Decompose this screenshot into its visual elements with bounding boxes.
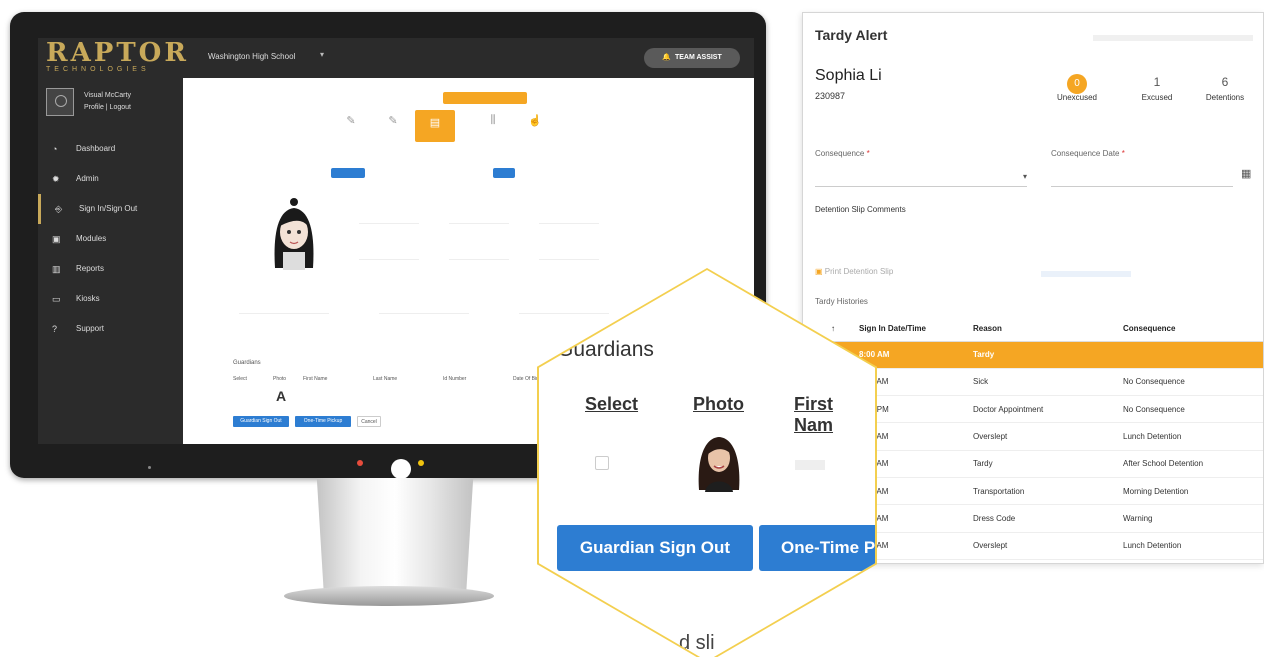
sign-in-icon: ⎆ <box>55 204 63 214</box>
guardian-sign-out-button[interactable]: Guardian Sign Out <box>557 525 753 571</box>
user-profile: Visual McCarty Profile | Logout <box>46 88 176 122</box>
col-last-name: Last Name <box>373 376 398 382</box>
sidebar-item-sign-in-out[interactable]: ⎆ Sign In/Sign Out <box>38 194 183 224</box>
select-checkbox[interactable] <box>595 456 609 470</box>
card-icon: ▤ <box>429 117 441 129</box>
field-2[interactable] <box>449 214 509 224</box>
sidebar: Visual McCarty Profile | Logout ◔ Dashboa… <box>38 78 183 444</box>
step-5[interactable]: ☝ <box>515 114 555 128</box>
step-1[interactable]: ✎ <box>331 114 371 128</box>
step-4[interactable]: ⫼ <box>473 114 513 128</box>
guardians-title: Guardians <box>233 360 261 366</box>
team-assist-button[interactable]: 🔔 TEAM ASSIST <box>644 48 740 68</box>
field-8[interactable] <box>379 304 469 314</box>
hand-icon: ☝ <box>528 115 542 127</box>
consequence-select[interactable]: ▾ <box>815 167 1027 187</box>
guardian-photo-zoomed <box>698 437 740 492</box>
faint-link[interactable] <box>1041 271 1131 277</box>
tardy-histories-label: Tardy Histories <box>815 297 868 306</box>
tab-inactive[interactable] <box>373 92 423 104</box>
sidebar-item-modules[interactable]: ▣ Modules <box>38 224 183 254</box>
print-icon: ▣ <box>815 267 823 276</box>
field-3[interactable] <box>539 214 599 224</box>
field-6[interactable] <box>539 250 599 260</box>
power-button[interactable] <box>391 459 411 479</box>
tab-active[interactable] <box>443 92 527 104</box>
student-name: Sophia Li <box>815 67 882 84</box>
field-5[interactable] <box>449 250 509 260</box>
pencil-icon: ✎ <box>346 115 356 127</box>
bell-icon: 🔔 <box>662 54 671 61</box>
unexcused-count-badge: 0 <box>1067 74 1087 94</box>
monitor-base <box>284 586 494 606</box>
detention-slip-text-fragment: d sli <box>679 632 715 654</box>
sidebar-item-dashboard[interactable]: ◔ Dashboard <box>38 134 183 164</box>
kiosk-icon: ▭ <box>52 294 61 304</box>
chevron-down-icon[interactable]: ▾ <box>320 50 324 59</box>
pillar-icon: ⫼ <box>490 114 496 126</box>
school-selector[interactable]: Washington High School <box>208 52 295 61</box>
student-portrait <box>274 198 314 270</box>
col-photo-zoomed[interactable]: Photo <box>693 394 744 415</box>
yellow-indicator-light <box>418 460 424 466</box>
modules-icon: ▣ <box>52 234 61 244</box>
panel-faint-header <box>1093 35 1253 41</box>
sidebar-item-admin[interactable]: ✹ Admin <box>38 164 183 194</box>
step-3-active[interactable]: ▤ <box>415 110 455 142</box>
blue-chip-left[interactable] <box>331 168 365 178</box>
consequence-label: Consequence * <box>815 149 870 158</box>
sidebar-item-support[interactable]: ? Support <box>38 314 183 344</box>
guardian-sign-out-button-small[interactable]: Guardian Sign Out <box>233 416 289 427</box>
step-2[interactable]: ✎ <box>373 114 413 128</box>
sidebar-item-kiosks[interactable]: ▭ Kiosks <box>38 284 183 314</box>
reports-icon: ▥ <box>52 264 61 274</box>
field-9[interactable] <box>519 304 609 314</box>
avatar <box>46 88 74 116</box>
consequence-date-label: Consequence Date * <box>1051 149 1125 158</box>
field-4[interactable] <box>359 250 419 260</box>
guardian-photo: A <box>276 388 287 404</box>
col-first-name: First Name <box>303 376 328 382</box>
pencil-icon: ✎ <box>388 115 398 127</box>
student-id: 230987 <box>815 91 846 101</box>
first-name-placeholder <box>795 460 825 470</box>
monitor-stand <box>316 478 474 590</box>
top-bar: RAPTOR TECHNOLOGIES Washington High Scho… <box>38 38 754 78</box>
stat-detentions: 6 Detentions <box>1205 75 1245 102</box>
raptor-logo: RAPTOR TECHNOLOGIES <box>46 38 189 73</box>
col-photo: Photo <box>273 376 287 382</box>
question-icon: ? <box>52 324 58 334</box>
table-header-row: ↑ Sign In Date/Time Reason Consequence <box>803 317 1263 342</box>
cancel-button-small[interactable]: Cancel <box>357 416 381 427</box>
one-time-pickup-button-small[interactable]: One-Time Pickup <box>295 416 351 427</box>
one-time-pickup-button[interactable]: One-Time P <box>759 525 875 571</box>
dashboard-icon: ◔ <box>52 144 58 154</box>
webcam-dot <box>148 466 151 469</box>
col-select-zoomed[interactable]: Select <box>585 394 638 415</box>
stat-unexcused: 0 Unexcused <box>1037 71 1117 111</box>
col-id-number: Id Number <box>443 376 467 382</box>
sidebar-nav: ◔ Dashboard ✹ Admin ⎆ Sign In/Sign Out ▣ Mod… <box>38 134 183 344</box>
print-detention-slip-link[interactable]: ▣ Print Detention Slip <box>815 267 893 276</box>
blue-chip-right[interactable] <box>493 168 515 178</box>
calendar-icon[interactable]: ▦ <box>1241 167 1251 180</box>
profile-logout-links[interactable]: Profile | Logout <box>84 104 131 111</box>
consequence-date-input[interactable] <box>1051 167 1233 187</box>
col-first-name-zoomed[interactable]: First Nam <box>794 394 875 436</box>
panel-title: Tardy Alert <box>815 27 888 43</box>
detention-slip-comments-label: Detention Slip Comments <box>815 205 906 214</box>
field-1[interactable] <box>359 214 419 224</box>
chevron-down-icon: ▾ <box>1022 172 1027 181</box>
col-select: Select <box>233 376 247 382</box>
user-name: Visual McCarty <box>84 92 131 99</box>
sidebar-item-reports[interactable]: ▥ Reports <box>38 254 183 284</box>
red-indicator-light <box>357 460 363 466</box>
gear-icon: ✹ <box>52 174 60 184</box>
field-7[interactable] <box>239 304 329 314</box>
